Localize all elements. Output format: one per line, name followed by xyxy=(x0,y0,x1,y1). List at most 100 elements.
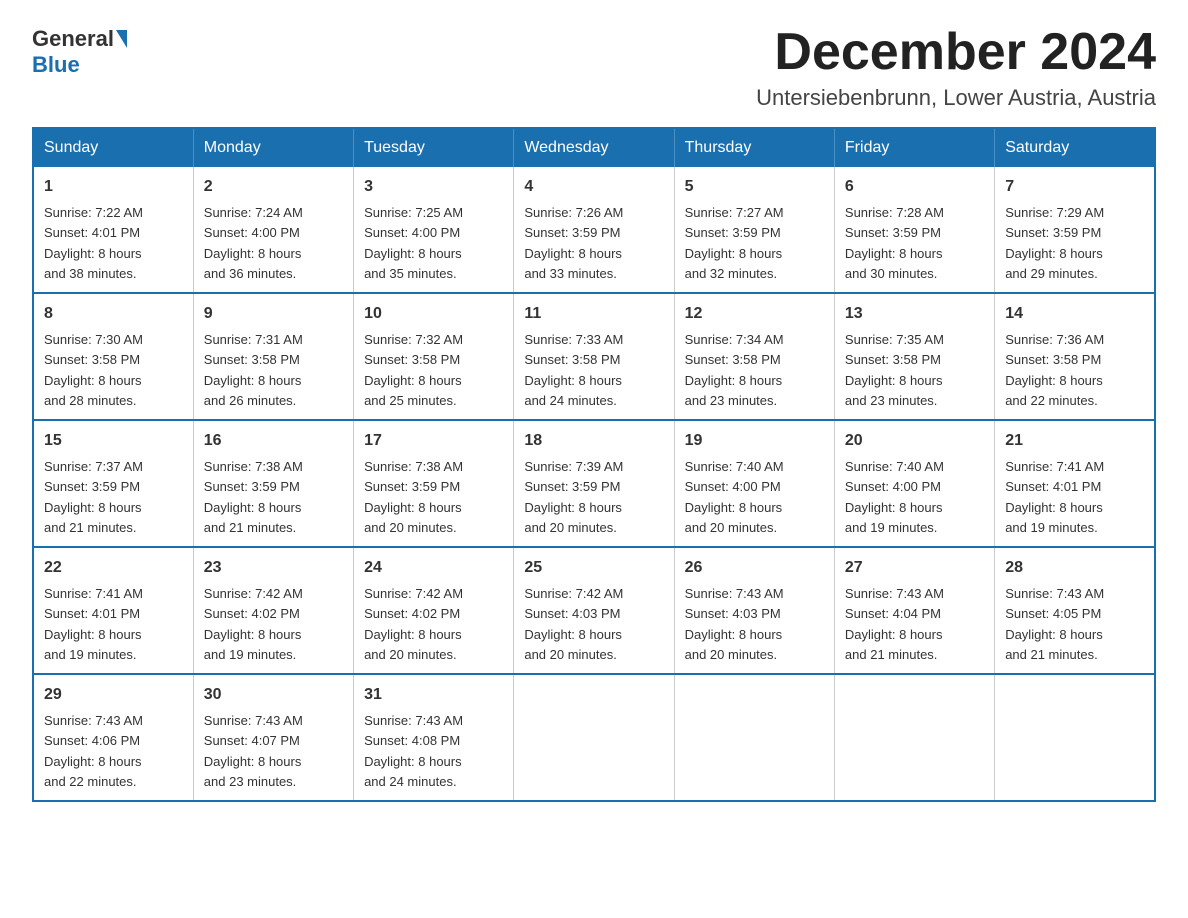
calendar-day-cell: 12 Sunrise: 7:34 AMSunset: 3:58 PMDaylig… xyxy=(674,293,834,420)
day-number: 11 xyxy=(524,302,663,326)
day-number: 5 xyxy=(685,175,824,199)
day-number: 23 xyxy=(204,556,343,580)
calendar-day-cell: 27 Sunrise: 7:43 AMSunset: 4:04 PMDaylig… xyxy=(834,547,994,674)
col-tuesday: Tuesday xyxy=(354,128,514,167)
calendar-day-cell: 23 Sunrise: 7:42 AMSunset: 4:02 PMDaylig… xyxy=(193,547,353,674)
calendar-table: Sunday Monday Tuesday Wednesday Thursday… xyxy=(32,127,1156,802)
day-number: 17 xyxy=(364,429,503,453)
day-number: 24 xyxy=(364,556,503,580)
day-number: 26 xyxy=(685,556,824,580)
calendar-day-cell xyxy=(514,674,674,801)
logo: General Blue xyxy=(32,28,127,76)
calendar-day-cell: 14 Sunrise: 7:36 AMSunset: 3:58 PMDaylig… xyxy=(995,293,1155,420)
calendar-day-cell: 31 Sunrise: 7:43 AMSunset: 4:08 PMDaylig… xyxy=(354,674,514,801)
day-number: 25 xyxy=(524,556,663,580)
day-info: Sunrise: 7:39 AMSunset: 3:59 PMDaylight:… xyxy=(524,459,623,535)
day-number: 14 xyxy=(1005,302,1144,326)
day-info: Sunrise: 7:43 AMSunset: 4:03 PMDaylight:… xyxy=(685,586,784,662)
day-info: Sunrise: 7:33 AMSunset: 3:58 PMDaylight:… xyxy=(524,332,623,408)
day-info: Sunrise: 7:34 AMSunset: 3:58 PMDaylight:… xyxy=(685,332,784,408)
day-number: 19 xyxy=(685,429,824,453)
day-number: 31 xyxy=(364,683,503,707)
day-number: 30 xyxy=(204,683,343,707)
col-monday: Monday xyxy=(193,128,353,167)
calendar-day-cell: 16 Sunrise: 7:38 AMSunset: 3:59 PMDaylig… xyxy=(193,420,353,547)
calendar-week-row: 1 Sunrise: 7:22 AMSunset: 4:01 PMDayligh… xyxy=(33,167,1155,293)
day-info: Sunrise: 7:43 AMSunset: 4:04 PMDaylight:… xyxy=(845,586,944,662)
day-info: Sunrise: 7:26 AMSunset: 3:59 PMDaylight:… xyxy=(524,205,623,281)
month-title: December 2024 xyxy=(756,24,1156,81)
calendar-week-row: 8 Sunrise: 7:30 AMSunset: 3:58 PMDayligh… xyxy=(33,293,1155,420)
calendar-day-cell xyxy=(834,674,994,801)
day-info: Sunrise: 7:41 AMSunset: 4:01 PMDaylight:… xyxy=(1005,459,1104,535)
day-info: Sunrise: 7:43 AMSunset: 4:06 PMDaylight:… xyxy=(44,713,143,789)
day-number: 4 xyxy=(524,175,663,199)
calendar-day-cell: 15 Sunrise: 7:37 AMSunset: 3:59 PMDaylig… xyxy=(33,420,193,547)
day-info: Sunrise: 7:43 AMSunset: 4:05 PMDaylight:… xyxy=(1005,586,1104,662)
day-info: Sunrise: 7:30 AMSunset: 3:58 PMDaylight:… xyxy=(44,332,143,408)
calendar-week-row: 15 Sunrise: 7:37 AMSunset: 3:59 PMDaylig… xyxy=(33,420,1155,547)
day-info: Sunrise: 7:32 AMSunset: 3:58 PMDaylight:… xyxy=(364,332,463,408)
day-number: 18 xyxy=(524,429,663,453)
day-info: Sunrise: 7:42 AMSunset: 4:02 PMDaylight:… xyxy=(364,586,463,662)
calendar-day-cell: 28 Sunrise: 7:43 AMSunset: 4:05 PMDaylig… xyxy=(995,547,1155,674)
calendar-day-cell xyxy=(674,674,834,801)
day-info: Sunrise: 7:40 AMSunset: 4:00 PMDaylight:… xyxy=(685,459,784,535)
calendar-day-cell: 24 Sunrise: 7:42 AMSunset: 4:02 PMDaylig… xyxy=(354,547,514,674)
day-info: Sunrise: 7:35 AMSunset: 3:58 PMDaylight:… xyxy=(845,332,944,408)
day-info: Sunrise: 7:29 AMSunset: 3:59 PMDaylight:… xyxy=(1005,205,1104,281)
calendar-day-cell: 21 Sunrise: 7:41 AMSunset: 4:01 PMDaylig… xyxy=(995,420,1155,547)
col-sunday: Sunday xyxy=(33,128,193,167)
day-number: 21 xyxy=(1005,429,1144,453)
day-info: Sunrise: 7:25 AMSunset: 4:00 PMDaylight:… xyxy=(364,205,463,281)
day-number: 6 xyxy=(845,175,984,199)
day-number: 15 xyxy=(44,429,183,453)
day-number: 29 xyxy=(44,683,183,707)
day-number: 16 xyxy=(204,429,343,453)
calendar-day-cell: 17 Sunrise: 7:38 AMSunset: 3:59 PMDaylig… xyxy=(354,420,514,547)
day-info: Sunrise: 7:28 AMSunset: 3:59 PMDaylight:… xyxy=(845,205,944,281)
calendar-day-cell: 8 Sunrise: 7:30 AMSunset: 3:58 PMDayligh… xyxy=(33,293,193,420)
day-info: Sunrise: 7:41 AMSunset: 4:01 PMDaylight:… xyxy=(44,586,143,662)
day-info: Sunrise: 7:22 AMSunset: 4:01 PMDaylight:… xyxy=(44,205,143,281)
col-saturday: Saturday xyxy=(995,128,1155,167)
day-info: Sunrise: 7:38 AMSunset: 3:59 PMDaylight:… xyxy=(204,459,303,535)
calendar-day-cell: 4 Sunrise: 7:26 AMSunset: 3:59 PMDayligh… xyxy=(514,167,674,293)
location-subtitle: Untersiebenbrunn, Lower Austria, Austria xyxy=(756,85,1156,111)
col-thursday: Thursday xyxy=(674,128,834,167)
calendar-week-row: 22 Sunrise: 7:41 AMSunset: 4:01 PMDaylig… xyxy=(33,547,1155,674)
calendar-day-cell: 3 Sunrise: 7:25 AMSunset: 4:00 PMDayligh… xyxy=(354,167,514,293)
day-number: 8 xyxy=(44,302,183,326)
day-number: 1 xyxy=(44,175,183,199)
logo-text-general: General xyxy=(32,26,114,51)
calendar-day-cell: 7 Sunrise: 7:29 AMSunset: 3:59 PMDayligh… xyxy=(995,167,1155,293)
day-number: 7 xyxy=(1005,175,1144,199)
calendar-day-cell: 5 Sunrise: 7:27 AMSunset: 3:59 PMDayligh… xyxy=(674,167,834,293)
day-number: 13 xyxy=(845,302,984,326)
calendar-header-row: Sunday Monday Tuesday Wednesday Thursday… xyxy=(33,128,1155,167)
calendar-week-row: 29 Sunrise: 7:43 AMSunset: 4:06 PMDaylig… xyxy=(33,674,1155,801)
day-info: Sunrise: 7:38 AMSunset: 3:59 PMDaylight:… xyxy=(364,459,463,535)
day-number: 22 xyxy=(44,556,183,580)
day-info: Sunrise: 7:42 AMSunset: 4:02 PMDaylight:… xyxy=(204,586,303,662)
calendar-day-cell: 9 Sunrise: 7:31 AMSunset: 3:58 PMDayligh… xyxy=(193,293,353,420)
calendar-day-cell: 11 Sunrise: 7:33 AMSunset: 3:58 PMDaylig… xyxy=(514,293,674,420)
day-number: 27 xyxy=(845,556,984,580)
day-number: 20 xyxy=(845,429,984,453)
logo-text-blue: Blue xyxy=(32,52,80,77)
calendar-day-cell: 6 Sunrise: 7:28 AMSunset: 3:59 PMDayligh… xyxy=(834,167,994,293)
day-info: Sunrise: 7:31 AMSunset: 3:58 PMDaylight:… xyxy=(204,332,303,408)
calendar-day-cell: 20 Sunrise: 7:40 AMSunset: 4:00 PMDaylig… xyxy=(834,420,994,547)
calendar-day-cell: 30 Sunrise: 7:43 AMSunset: 4:07 PMDaylig… xyxy=(193,674,353,801)
calendar-day-cell: 22 Sunrise: 7:41 AMSunset: 4:01 PMDaylig… xyxy=(33,547,193,674)
day-info: Sunrise: 7:27 AMSunset: 3:59 PMDaylight:… xyxy=(685,205,784,281)
calendar-day-cell: 13 Sunrise: 7:35 AMSunset: 3:58 PMDaylig… xyxy=(834,293,994,420)
day-number: 2 xyxy=(204,175,343,199)
day-info: Sunrise: 7:42 AMSunset: 4:03 PMDaylight:… xyxy=(524,586,623,662)
calendar-day-cell: 19 Sunrise: 7:40 AMSunset: 4:00 PMDaylig… xyxy=(674,420,834,547)
day-info: Sunrise: 7:24 AMSunset: 4:00 PMDaylight:… xyxy=(204,205,303,281)
calendar-day-cell: 1 Sunrise: 7:22 AMSunset: 4:01 PMDayligh… xyxy=(33,167,193,293)
day-info: Sunrise: 7:36 AMSunset: 3:58 PMDaylight:… xyxy=(1005,332,1104,408)
calendar-day-cell xyxy=(995,674,1155,801)
day-number: 9 xyxy=(204,302,343,326)
